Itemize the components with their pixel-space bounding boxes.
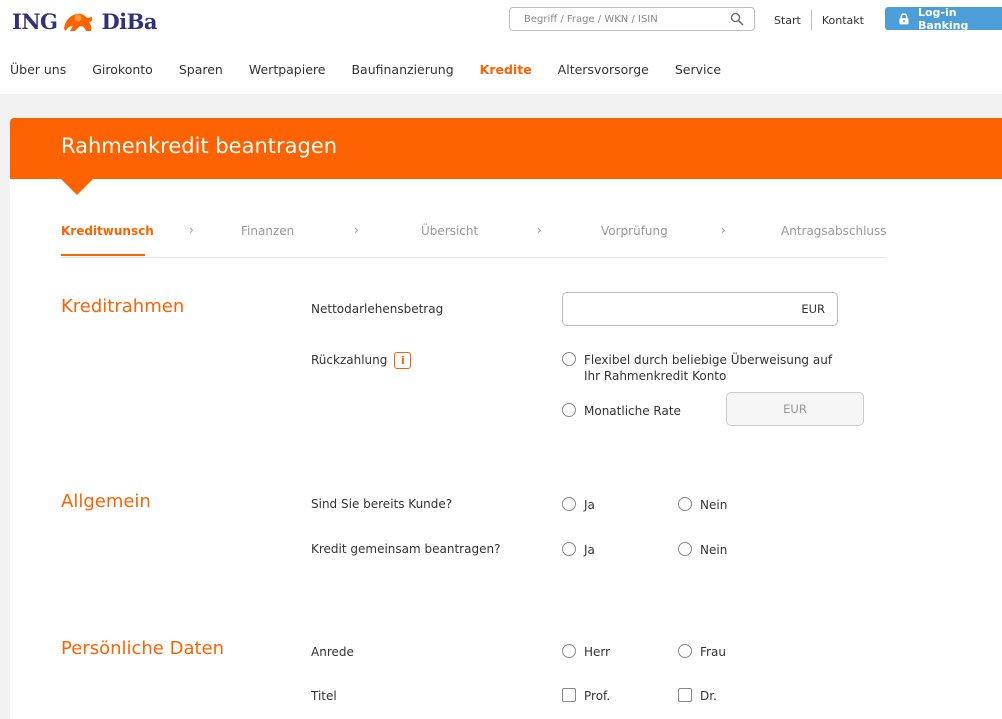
step-chevron: › [537, 223, 542, 237]
radio-circle[interactable] [562, 403, 576, 417]
ing-diba-logo[interactable]: ING DiBa [12, 8, 157, 34]
step-chevron: › [721, 223, 726, 237]
radio-joint-yes[interactable]: Ja [562, 542, 595, 558]
monthly-rate-unit: EUR [783, 402, 807, 416]
radio-circle[interactable] [562, 644, 576, 658]
checkbox-title-prof[interactable]: Prof. [562, 688, 610, 704]
link-divider [810, 10, 812, 30]
card-header: Rahmenkredit beantragen [10, 118, 1002, 179]
joint-label: Kredit gemeinsam beantragen? [311, 542, 501, 556]
radio-label: Ja [584, 498, 595, 512]
main-nav: Über uns Girokonto Sparen Wertpapiere Ba… [0, 56, 747, 84]
nav-item-wertpapiere[interactable]: Wertpapiere [249, 56, 326, 84]
radio-circle[interactable] [678, 497, 692, 511]
radio-label: Monatliche Rate [584, 404, 681, 418]
step-vorpruefung: Vorprüfung [601, 224, 668, 238]
radio-joint-no[interactable]: Nein [678, 542, 727, 558]
monthly-rate-input[interactable]: EUR [726, 392, 864, 426]
radio-salutation-herr[interactable]: Herr [562, 644, 610, 660]
radio-customer-yes[interactable]: Ja [562, 497, 595, 513]
step-chevron: › [354, 223, 359, 237]
radio-label: Nein [700, 543, 728, 557]
radio-circle[interactable] [678, 542, 692, 556]
radio-label: Herr [584, 645, 611, 659]
radio-label: Ja [584, 543, 595, 557]
step-finanzen: Finanzen [241, 224, 295, 238]
top-links: Start Kontakt [774, 10, 864, 30]
nav-item-baufinanzierung[interactable]: Baufinanzierung [351, 56, 453, 84]
radio-customer-no[interactable]: Nein [678, 497, 727, 513]
header-pointer [61, 179, 93, 195]
step-antragsabschluss: Antragsabschluss [781, 224, 887, 238]
amount-input[interactable]: EUR [562, 292, 838, 326]
nav-item-sparen[interactable]: Sparen [179, 56, 223, 84]
page-title: Rahmenkredit beantragen [61, 134, 338, 158]
progress-steps: Kreditwunsch › Finanzen › Übersicht › Vo… [61, 216, 887, 258]
section-title-kreditrahmen: Kreditrahmen [61, 296, 185, 317]
checkbox-label: Dr. [700, 689, 717, 703]
nav-item-ueber-uns[interactable]: Über uns [10, 56, 66, 84]
repayment-label-row: Rückzahlung i [311, 352, 412, 369]
login-label: Log-in Banking [917, 5, 969, 32]
nav-item-altersvorsorge[interactable]: Altersvorsorge [558, 56, 649, 84]
radio-circle[interactable] [562, 497, 576, 511]
radio-repayment-flexible[interactable]: Flexibel durch beliebige Überweisung auf… [562, 352, 832, 384]
flexible-line2: Ihr Rahmenkredit Konto [584, 369, 727, 383]
step-chevron: › [189, 223, 194, 237]
nav-item-service[interactable]: Service [675, 56, 721, 84]
radio-repayment-monthly[interactable]: Monatliche Rate [562, 403, 681, 419]
radio-circle[interactable] [562, 352, 576, 366]
amount-unit: EUR [801, 302, 825, 316]
info-icon[interactable]: i [394, 352, 412, 369]
radio-label: Flexibel durch beliebige Überweisung auf… [584, 352, 832, 384]
search-box [509, 7, 755, 31]
application-card: Rahmenkredit beantragen Kreditwunsch › F… [10, 118, 1002, 719]
login-banking-button[interactable]: Log-in Banking [885, 5, 1002, 32]
radio-label: Nein [700, 498, 728, 512]
lock-icon [899, 12, 909, 24]
section-title-persoenliche-daten: Persönliche Daten [61, 638, 225, 659]
radio-salutation-frau[interactable]: Frau [678, 644, 726, 660]
top-header: ING DiBa Start Kontakt Log-in Banking [0, 0, 1002, 46]
search-icon[interactable] [730, 12, 744, 26]
search-input[interactable] [510, 13, 720, 25]
nav-item-kredite[interactable]: Kredite [480, 56, 532, 84]
radio-circle[interactable] [562, 542, 576, 556]
checkbox-label: Prof. [584, 689, 611, 703]
salutation-label: Anrede [311, 645, 354, 659]
nav-item-girokonto[interactable]: Girokonto [92, 56, 153, 84]
step-uebersicht: Übersicht [421, 224, 479, 238]
logo-text-ing: ING [12, 8, 58, 34]
checkbox-box[interactable] [562, 688, 576, 702]
amount-label: Nettodarlehensbetrag [311, 302, 444, 316]
lion-logo-icon [64, 13, 93, 31]
section-title-allgemein: Allgemein [61, 491, 151, 512]
repayment-label: Rückzahlung [311, 353, 388, 367]
start-link[interactable]: Start [774, 14, 801, 27]
logo-text-diba: DiBa [101, 8, 157, 34]
radio-label: Frau [700, 645, 726, 659]
step-kreditwunsch[interactable]: Kreditwunsch [61, 224, 154, 238]
checkbox-box[interactable] [678, 688, 692, 702]
title-label: Titel [311, 689, 337, 703]
radio-circle[interactable] [678, 644, 692, 658]
checkbox-title-dr[interactable]: Dr. [678, 688, 717, 704]
flexible-line1: Flexibel durch beliebige Überweisung auf [584, 353, 833, 367]
customer-label: Sind Sie bereits Kunde? [311, 497, 453, 511]
contact-link[interactable]: Kontakt [822, 14, 864, 27]
active-step-underline [61, 254, 145, 256]
